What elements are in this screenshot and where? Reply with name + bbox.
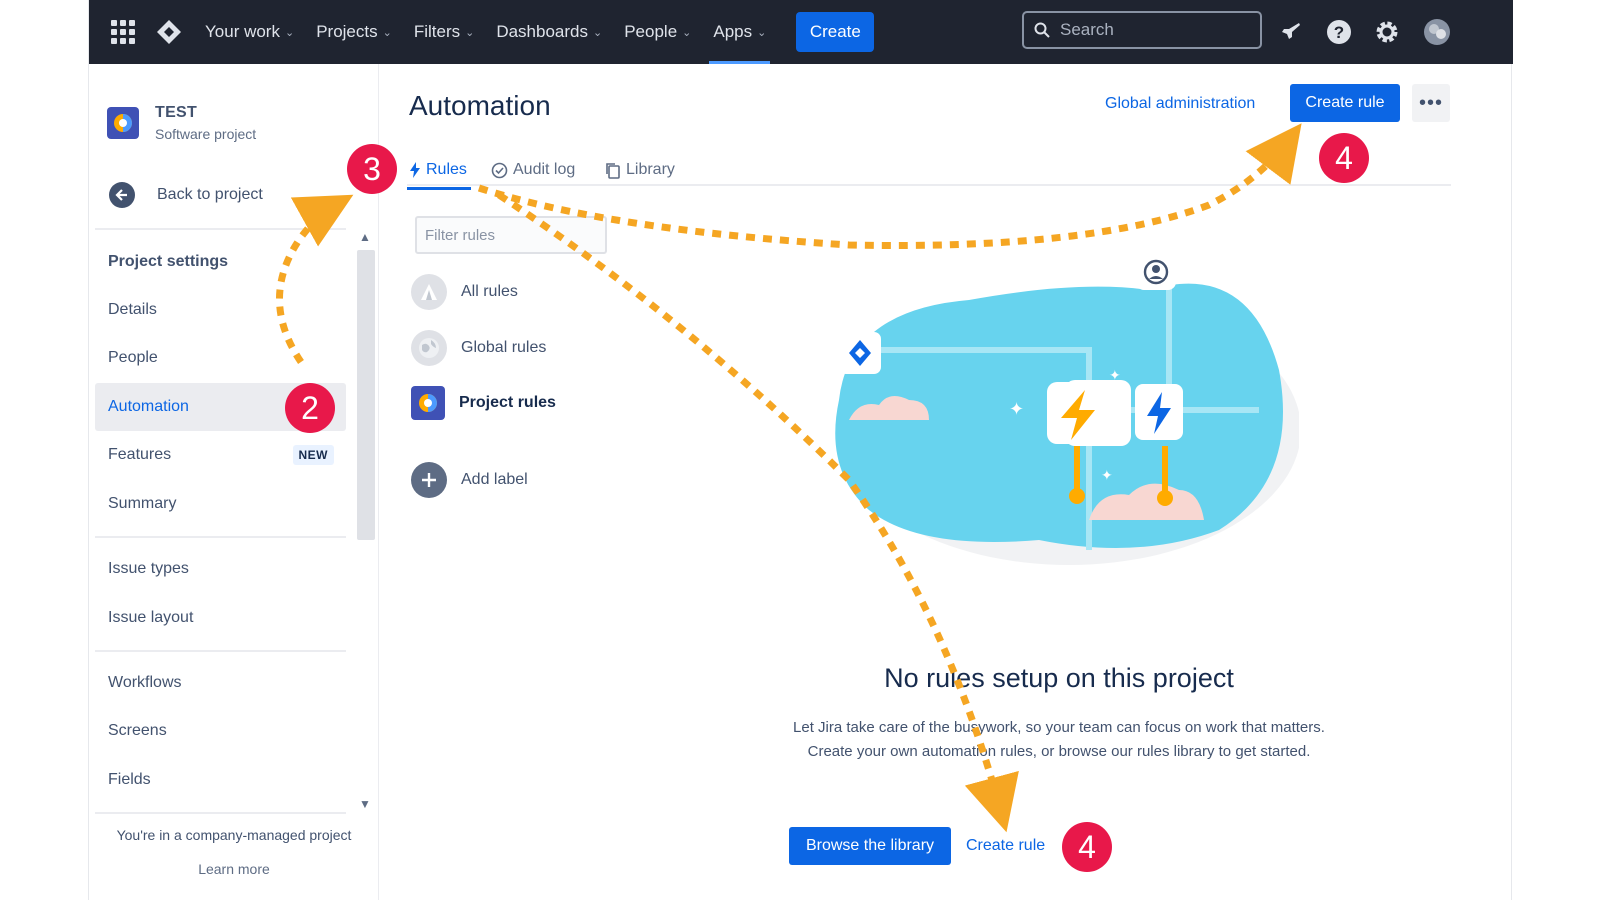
chevron-down-icon: ⌄ — [757, 26, 767, 39]
nav-filters[interactable]: Filters ⌄ — [414, 0, 475, 64]
page-title: Automation — [409, 90, 551, 121]
browse-library-button[interactable]: Browse the library — [789, 827, 951, 865]
search-icon — [1034, 22, 1050, 38]
tab-audit-log[interactable]: Audit log — [491, 156, 575, 184]
lightning-icon — [410, 162, 420, 178]
create-rule-link[interactable]: Create rule — [966, 837, 1045, 855]
scrollbar-thumb[interactable] — [357, 250, 375, 540]
add-label-button[interactable]: Add label — [411, 462, 528, 498]
nav-projects[interactable]: Projects ⌄ — [316, 0, 392, 64]
chevron-down-icon: ⌄ — [593, 26, 603, 39]
sidebar-item-features[interactable]: Features NEW — [95, 431, 346, 479]
plus-icon — [411, 462, 447, 498]
empty-state-description: Let Jira take care of the busywork, so y… — [793, 719, 1325, 760]
global-administration-link[interactable]: Global administration — [1105, 95, 1255, 113]
new-badge: NEW — [292, 445, 334, 465]
create-button[interactable]: Create — [796, 12, 875, 52]
project-header[interactable]: TEST Software project — [107, 104, 256, 142]
chevron-down-icon: ⌄ — [465, 26, 475, 39]
project-sidebar: TEST Software project Back to project Pr… — [89, 64, 379, 900]
divider — [95, 650, 346, 652]
back-to-project-link[interactable]: Back to project — [109, 182, 263, 208]
automation-tabs: Rules Audit log Library — [407, 152, 1451, 190]
globe-icon — [411, 330, 447, 366]
project-avatar-icon — [107, 107, 139, 139]
jira-logo-icon[interactable] — [155, 18, 183, 46]
copy-icon — [606, 162, 620, 179]
app-switcher-icon[interactable] — [111, 20, 135, 44]
search-input[interactable] — [1060, 20, 1240, 40]
help-icon[interactable]: ? — [1325, 18, 1353, 46]
nav-your-work[interactable]: Your work ⌄ — [205, 0, 294, 64]
sidebar-item-workflows[interactable]: Workflows — [95, 659, 346, 707]
nav-dashboards[interactable]: Dashboards ⌄ — [496, 0, 602, 64]
empty-state-illustration: ✦ ✦ ✦ — [819, 246, 1301, 585]
step-2-marker: 2 — [285, 383, 335, 433]
create-rule-button[interactable]: Create rule — [1290, 84, 1400, 122]
filter-rules-input[interactable] — [415, 216, 607, 254]
sidebar-scrollbar[interactable]: ▲ ▼ — [355, 230, 375, 816]
chevron-down-icon: ⌄ — [682, 26, 692, 39]
arrow-left-icon — [109, 182, 135, 208]
nav-people[interactable]: People ⌄ — [624, 0, 691, 64]
empty-state-title: No rules setup on this project — [884, 663, 1234, 693]
divider — [95, 228, 346, 230]
rule-group-all[interactable]: All rules — [411, 274, 518, 310]
notifications-icon[interactable] — [1277, 18, 1305, 46]
svg-text:✦: ✦ — [1009, 399, 1024, 420]
search-box[interactable] — [1022, 11, 1262, 49]
rule-group-project[interactable]: Project rules — [411, 386, 556, 420]
step-4-marker-bottom: 4 — [1062, 822, 1112, 872]
app-window: Your work ⌄ Projects ⌄ Filters ⌄ Dashboards… — [88, 0, 1513, 900]
divider — [95, 536, 346, 538]
chevron-down-icon: ⌄ — [382, 26, 392, 39]
more-actions-button[interactable]: ••• — [1412, 84, 1450, 122]
sidebar-item-issue-layout[interactable]: Issue layout — [95, 594, 346, 642]
tab-rules[interactable]: Rules — [407, 156, 471, 190]
sidebar-item-summary[interactable]: Summary — [95, 480, 346, 528]
chevron-down-icon[interactable]: ▼ — [359, 797, 371, 811]
check-circle-icon — [491, 162, 508, 178]
nav-apps[interactable]: Apps ⌄ — [709, 0, 771, 64]
rule-group-global[interactable]: Global rules — [411, 330, 546, 366]
tab-library[interactable]: Library — [605, 156, 675, 184]
sidebar-item-fields[interactable]: Fields — [95, 756, 346, 804]
top-navigation: Your work ⌄ Projects ⌄ Filters ⌄ Dashboards… — [89, 0, 1513, 64]
project-name: TEST — [155, 104, 198, 121]
chevron-up-icon[interactable]: ▲ — [359, 230, 371, 244]
step-3-marker: 3 — [347, 144, 397, 194]
settings-gear-icon[interactable] — [1373, 18, 1401, 46]
project-settings-heading: Project settings — [108, 253, 229, 270]
company-managed-note: You're in a company-managed project — [116, 827, 352, 843]
svg-text:✦: ✦ — [1101, 468, 1113, 484]
project-avatar-icon — [411, 386, 445, 420]
sidebar-item-people[interactable]: People — [95, 334, 346, 382]
step-4-marker-top: 4 — [1319, 133, 1369, 183]
sidebar-item-details[interactable]: Details — [95, 286, 346, 334]
svg-text:?: ? — [1334, 23, 1344, 42]
chevron-down-icon: ⌄ — [284, 26, 295, 39]
learn-more-link[interactable]: Learn more — [89, 861, 379, 877]
all-rules-icon — [411, 274, 447, 310]
avatar-icon[interactable] — [1423, 18, 1451, 46]
sidebar-item-screens[interactable]: Screens — [95, 707, 346, 755]
project-type: Software project — [155, 126, 257, 142]
sidebar-item-issue-types[interactable]: Issue types — [95, 545, 346, 593]
divider — [95, 812, 346, 814]
